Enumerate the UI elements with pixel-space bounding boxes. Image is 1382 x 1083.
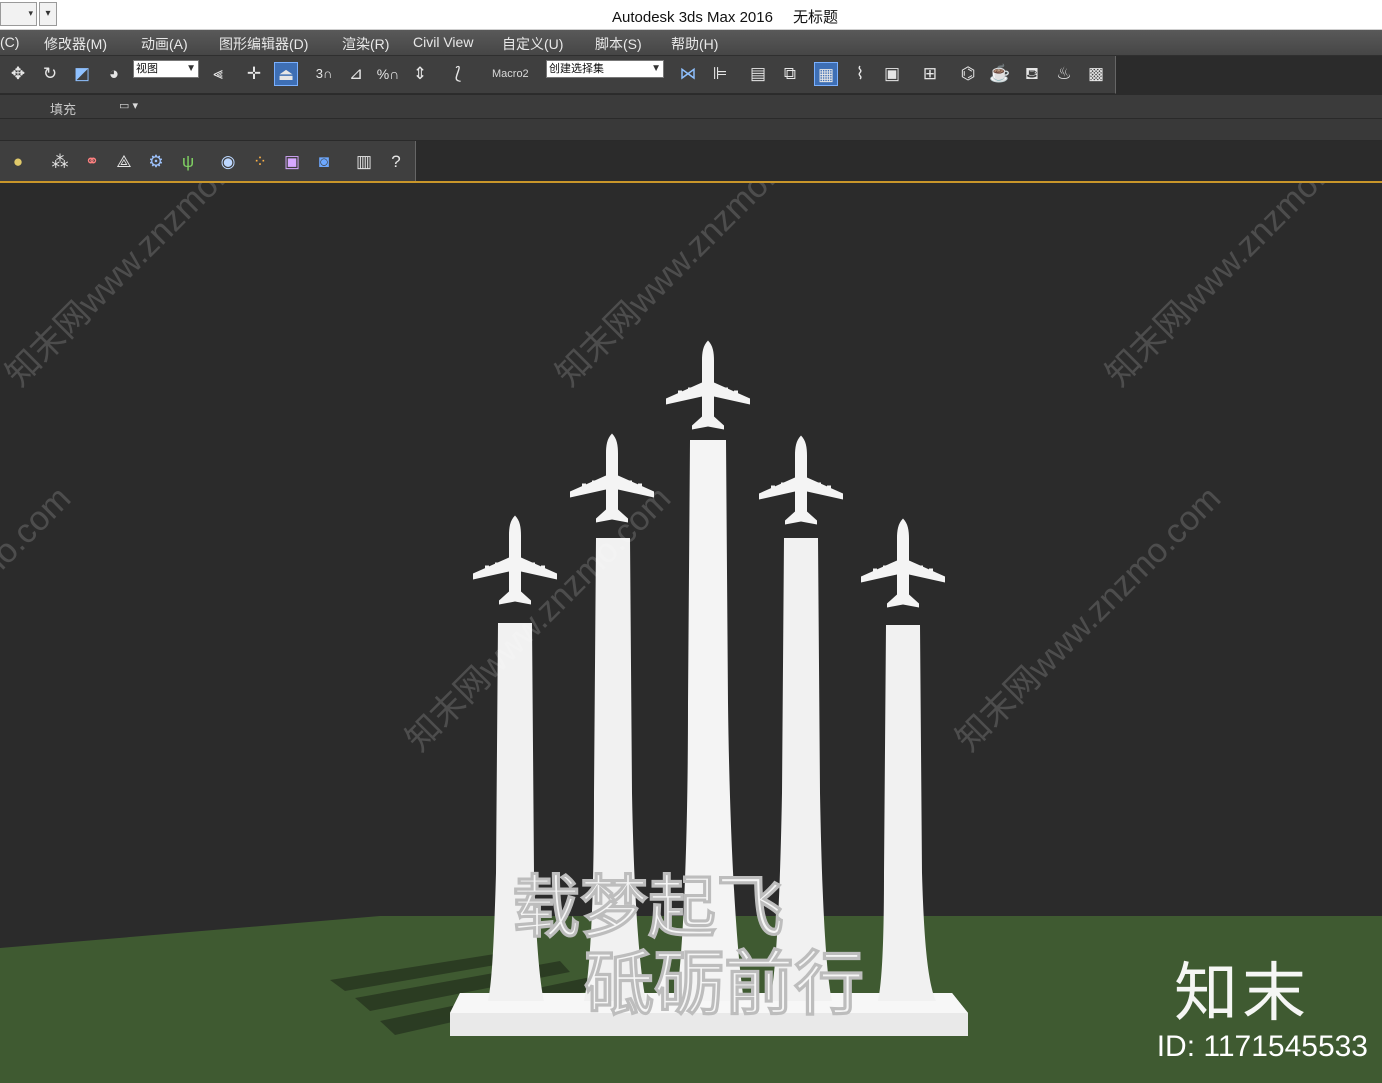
snap-dimension-label: 3 xyxy=(315,66,323,81)
place-object-icon[interactable]: ◕ xyxy=(102,62,126,86)
ribbon-panel: 填充 ▭ ▾ xyxy=(0,95,1382,119)
watermark-text: 知末网www.znzmo.com xyxy=(549,183,828,394)
menu-item-customize[interactable]: 自定义(U) xyxy=(502,34,563,54)
render-production-icon[interactable]: ⛾ xyxy=(1020,62,1044,86)
menu-item-help[interactable]: 帮助(H) xyxy=(671,34,718,54)
menu-bar: (C) 修改器(M) 动画(A) 图形编辑器(D) 渲染(R) Civil Vi… xyxy=(0,30,1382,56)
select-manipulate-icon[interactable]: ✛ xyxy=(242,62,266,86)
region-render-icon[interactable]: ◙ xyxy=(312,150,336,174)
file-title: 无标题 xyxy=(792,9,838,26)
macro-button[interactable]: Macro2 xyxy=(492,68,529,80)
spinner-snap-icon[interactable]: ⇕ xyxy=(408,62,432,86)
render-iterative-icon[interactable]: ♨ xyxy=(1052,62,1076,86)
percent-snap-icon[interactable]: %∩ xyxy=(376,62,400,86)
layer-explorer-icon[interactable]: ▤ xyxy=(746,62,770,86)
render-setup-icon[interactable]: ⌬ xyxy=(956,62,980,86)
foliage-icon[interactable]: ψ xyxy=(176,150,200,174)
brand-watermark: 知末 ID: 1171545533 xyxy=(1157,959,1368,1065)
align-icon[interactable]: ⊫ xyxy=(708,62,732,86)
brand-logo: 知末 xyxy=(1174,957,1310,1031)
watermark-text: 知末网www.znzmo.com xyxy=(0,479,78,758)
perspective-viewport[interactable]: 载梦起飞 砥砺前行 知末网www.znzmo.com 知末网www.znzmo.… xyxy=(0,183,1382,1083)
gear-icon[interactable]: ⚙ xyxy=(144,150,168,174)
secondary-toolbar: ● ⁂ ⚭ ⟁ ⚙ ψ ◉ ⁘ ▣ ◙ ▥ ? xyxy=(0,141,416,181)
menu-item-scripting[interactable]: 脚本(S) xyxy=(595,34,642,54)
scene-explorer-icon[interactable]: ⧉ xyxy=(778,62,802,86)
named-selection-set-value: 创建选择集 xyxy=(549,63,604,75)
menu-item-animation[interactable]: 动画(A) xyxy=(141,34,188,54)
window-title: Autodesk 3ds Max 2016 无标题 xyxy=(612,6,838,27)
dope-sheet-icon[interactable]: ▣ xyxy=(880,62,904,86)
quick-access-menu-button[interactable]: ▾ xyxy=(39,2,57,26)
slogan-line-1: 载梦起飞 xyxy=(512,869,784,948)
airplane-4 xyxy=(759,435,843,525)
watermark-text: 知末网www.znzmo.com xyxy=(949,479,1228,758)
menu-item-modifiers[interactable]: 修改器(M) xyxy=(44,34,107,54)
asset-id: ID: 1171545533 xyxy=(1156,1030,1368,1063)
reference-coordinate-value: 视图 xyxy=(136,63,158,75)
menu-item-create[interactable]: (C) xyxy=(0,34,19,50)
rendered-frame-window-icon[interactable]: ☕ xyxy=(988,62,1012,86)
menu-item-civil-view[interactable]: Civil View xyxy=(413,34,473,50)
material-sphere-icon[interactable]: ◉ xyxy=(216,150,240,174)
watermark-text: 知末网www.znzmo.com xyxy=(1099,183,1378,394)
ribbon-tab-populate[interactable]: 填充 xyxy=(50,99,76,118)
ribbon-options-button[interactable]: ▭ ▾ xyxy=(119,99,151,115)
compound-object-icon[interactable]: ⟁ xyxy=(112,150,136,174)
watermark-text: 知末网www.znzmo.com xyxy=(399,479,678,758)
named-selection-set-select[interactable]: 创建选择集 ▼ xyxy=(546,60,664,78)
airplane-5 xyxy=(861,518,945,608)
material-editor-icon[interactable]: ⊞ xyxy=(918,62,942,86)
chevron-down-icon: ▼ xyxy=(651,63,661,74)
title-bar: ▾ ▾ Autodesk 3ds Max 2016 无标题 xyxy=(0,0,1382,30)
reference-coordinate-select[interactable]: 视图 ▼ xyxy=(133,60,199,78)
chevron-down-icon: ▼ xyxy=(186,63,196,74)
particle-system-icon[interactable]: ⁂ xyxy=(48,150,72,174)
menu-item-graph-editors[interactable]: 图形编辑器(D) xyxy=(219,34,308,54)
massfx-icon[interactable]: ⚭ xyxy=(80,150,104,174)
select-rotate-icon[interactable]: ↻ xyxy=(38,62,62,86)
watermark-text: 知末网www.znzmo.com xyxy=(0,183,278,394)
angle-snap-icon[interactable]: ⊿ xyxy=(344,62,368,86)
workspace-dropdown[interactable]: ▾ xyxy=(0,2,37,26)
slogan-line-2: 砥砺前行 xyxy=(584,943,864,1025)
edit-named-selection-icon[interactable]: ⟅ xyxy=(446,62,470,86)
curve-editor-icon[interactable]: ⌇ xyxy=(848,62,872,86)
sphere-icon[interactable]: ● xyxy=(6,150,30,174)
scene-render: 载梦起飞 砥砺前行 知末网www.znzmo.com 知末网www.znzmo.… xyxy=(0,183,1382,1083)
ribbon-toggle-icon[interactable]: ▦ xyxy=(814,62,838,86)
menu-item-rendering[interactable]: 渲染(R) xyxy=(342,34,389,54)
ribbon-content-area xyxy=(0,119,1382,141)
snaps-toggle-icon[interactable]: 3∩ xyxy=(312,62,336,86)
select-move-icon[interactable]: ✥ xyxy=(6,62,30,86)
help-icon[interactable]: ? xyxy=(384,150,408,174)
keyboard-shortcut-override-icon[interactable]: ⏏ xyxy=(274,62,298,86)
use-pivot-icon[interactable]: ⫷ xyxy=(206,62,230,86)
airplane-3 xyxy=(666,340,750,430)
mirror-icon[interactable]: ⋈ xyxy=(676,62,700,86)
render-effect-icon[interactable]: ▣ xyxy=(280,150,304,174)
color-palette-icon[interactable]: ⁘ xyxy=(248,150,272,174)
chevron-down-icon: ▾ xyxy=(28,8,33,18)
render-in-cloud-icon[interactable]: ▩ xyxy=(1084,62,1108,86)
asset-tracking-icon[interactable]: ▥ xyxy=(352,150,376,174)
select-scale-icon[interactable]: ◩ xyxy=(70,62,94,86)
app-title: Autodesk 3ds Max 2016 xyxy=(612,9,773,26)
